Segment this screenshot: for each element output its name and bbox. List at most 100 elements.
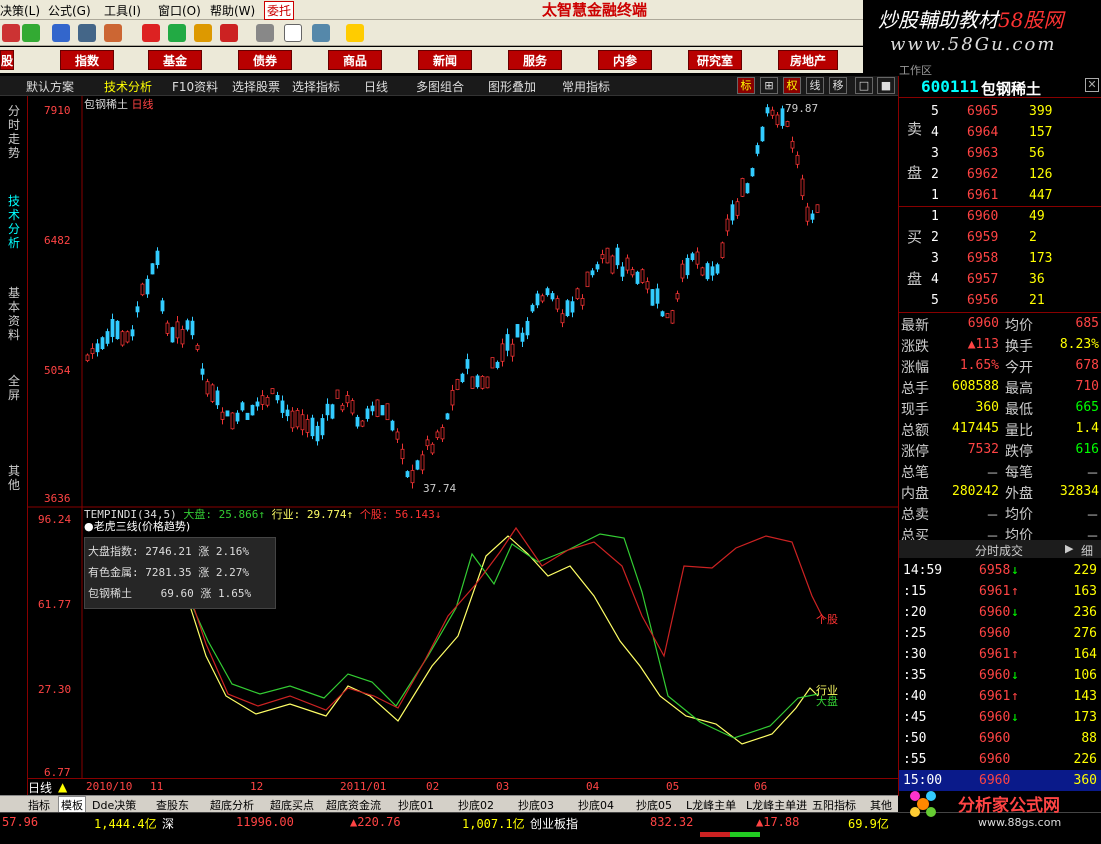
sell-row[interactable]: 3 6963 56 [899, 144, 1101, 165]
f10-info[interactable]: F10资料 [172, 78, 218, 95]
restore-button[interactable]: □ [855, 77, 873, 94]
nav-bond[interactable]: 债券 [238, 50, 292, 70]
btab-bottom05[interactable]: 抄底05 [636, 797, 672, 813]
maximize-button[interactable]: ■ [877, 77, 895, 94]
menu-help[interactable]: 帮助(W) [210, 2, 255, 19]
tab-technical[interactable]: 技术分析 [4, 194, 24, 250]
btab-wuyang[interactable]: 五阳指标 [812, 797, 856, 813]
overlay[interactable]: 图形叠加 [488, 78, 536, 95]
candle-body [490, 357, 495, 369]
select-stock[interactable]: 选择股票 [232, 78, 280, 95]
stat-value: 417445 [952, 421, 999, 436]
buy-row[interactable]: 3 6958 173 [899, 249, 1101, 270]
period-daily[interactable]: 日线 [364, 78, 388, 95]
rights-button[interactable]: 权 [783, 77, 801, 94]
nav-research[interactable]: 研究室 [688, 50, 742, 70]
candle-body [400, 448, 405, 460]
window-icon[interactable] [284, 24, 302, 42]
tab-intraday[interactable]: 分时走势 [4, 104, 24, 160]
tab-fundamentals[interactable]: 基本资料 [4, 286, 24, 342]
buy-row[interactable]: 2 6959 2 [899, 228, 1101, 249]
sell-row[interactable]: 1 6961 447 [899, 186, 1101, 207]
multi-chart[interactable]: 多图组合 [416, 78, 464, 95]
btab-bottom03[interactable]: 抄底03 [518, 797, 554, 813]
buy-volume: 49 [1029, 209, 1045, 224]
date-tick: 2010/10 [86, 780, 133, 793]
buy-row[interactable]: 1 6960 49 [899, 207, 1101, 228]
menu-tools[interactable]: 工具(I) [104, 2, 141, 19]
globe-icon[interactable] [52, 24, 70, 42]
btab-shareholder[interactable]: 查股东 [156, 797, 189, 813]
candle-body [545, 288, 550, 296]
menu-trade[interactable]: 委托 [264, 1, 295, 20]
chart-icon[interactable] [168, 24, 186, 42]
stat-value: 7532 [967, 442, 999, 457]
btab-bottom-analysis[interactable]: 超底分析 [210, 797, 254, 813]
btab-bottom-fund[interactable]: 超底资金流 [326, 797, 381, 813]
nav-realestate[interactable]: 房地产 [778, 50, 838, 70]
select-indicator[interactable]: 选择指标 [292, 78, 340, 95]
nav-index[interactable]: 指数 [60, 50, 114, 70]
nav-service[interactable]: 服务 [508, 50, 562, 70]
btab-bottom02[interactable]: 抄底02 [458, 797, 494, 813]
date-tick: 04 [586, 780, 600, 793]
mark-button[interactable]: 标 [737, 77, 755, 94]
grid-button[interactable]: ⊞ [760, 77, 778, 94]
bell-icon[interactable] [104, 24, 122, 42]
candle-body [620, 266, 625, 277]
stop-icon[interactable] [220, 24, 238, 42]
menu-window[interactable]: 窗口(O) [158, 2, 201, 19]
btab-longfeng-in[interactable]: L龙峰主单进 [746, 797, 807, 813]
nav-stock[interactable]: 股 [0, 50, 14, 70]
candle-body [245, 412, 250, 420]
play-icon[interactable]: ▶ [1065, 542, 1073, 555]
buy-row[interactable]: 5 6956 21 [899, 291, 1101, 312]
btab-bottom01[interactable]: 抄底01 [398, 797, 434, 813]
price-chart[interactable] [28, 96, 898, 796]
site-logo-text: 炒股輔助教材58股网 [878, 8, 1064, 32]
back-icon[interactable] [2, 24, 20, 42]
stat-label: 现手 [901, 402, 929, 418]
close-icon[interactable]: ✕ [1085, 78, 1099, 92]
sell-level: 1 [931, 188, 939, 203]
tick-arrow: ↑ [1011, 584, 1019, 599]
buy-row[interactable]: 4 6957 36 [899, 270, 1101, 291]
technical-analysis[interactable]: 技术分析 [104, 78, 152, 95]
line-button[interactable]: 线 [806, 77, 824, 94]
sell-row[interactable]: 4 6964 157 [899, 123, 1101, 144]
person-icon[interactable] [142, 24, 160, 42]
sell-row[interactable]: 5 6965 399 [899, 102, 1101, 123]
sell-row[interactable]: 2 6962 126 [899, 165, 1101, 186]
btab-bottom04[interactable]: 抄底04 [578, 797, 614, 813]
nav-insider[interactable]: 内参 [598, 50, 652, 70]
btab-other[interactable]: 其他 [870, 797, 892, 813]
btab-dde[interactable]: Dde决策 [92, 797, 136, 813]
nav-news[interactable]: 新闻 [418, 50, 472, 70]
quote-header: 600111 包钢稀土 ✕ [899, 76, 1101, 98]
menu-decision[interactable]: 决策(L) [0, 2, 40, 19]
nav-commodity[interactable]: 商品 [328, 50, 382, 70]
btab-bottom-buy[interactable]: 超底买点 [270, 797, 314, 813]
tab-other[interactable]: 其他 [4, 464, 24, 492]
move-button[interactable]: 移 [829, 77, 847, 94]
btab-longfeng[interactable]: L龙峰主单 [686, 797, 736, 813]
tick-row: :15 6961 ↑ 163 [899, 581, 1101, 602]
date-tick: 05 [666, 780, 680, 793]
help-icon[interactable] [346, 24, 364, 42]
menu-formula[interactable]: 公式(G) [48, 2, 91, 19]
y-label-2: 6482 [44, 234, 71, 247]
common-indicators[interactable]: 常用指标 [562, 78, 610, 95]
stat-value: 6960 [967, 316, 999, 331]
period-triangle-icon[interactable]: ▲ [58, 780, 67, 794]
nav-fund[interactable]: 基金 [148, 50, 202, 70]
page-icon[interactable] [256, 24, 274, 42]
candle-body [215, 390, 220, 406]
diamond-icon[interactable] [194, 24, 212, 42]
default-scheme[interactable]: 默认方案 [26, 78, 74, 95]
grid-icon[interactable] [312, 24, 330, 42]
binoculars-icon[interactable] [78, 24, 96, 42]
tab-fullscreen[interactable]: 全屏 [4, 374, 24, 402]
btab-indicator[interactable]: 指标 [28, 797, 50, 813]
flag-icon[interactable] [22, 24, 40, 42]
detail-button[interactable]: 细 [1081, 542, 1093, 559]
